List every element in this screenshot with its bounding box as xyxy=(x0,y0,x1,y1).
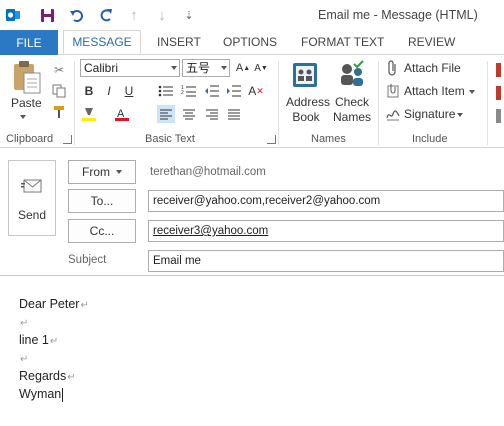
tab-review[interactable]: REVIEW xyxy=(408,30,455,54)
body-line: Dear Peter xyxy=(19,297,80,311)
bold-icon[interactable]: B xyxy=(80,82,98,100)
justify-icon[interactable] xyxy=(225,105,243,123)
signature-button[interactable]: Signature xyxy=(404,107,455,121)
signature-icon xyxy=(384,105,402,123)
tab-message[interactable]: MESSAGE xyxy=(63,30,141,54)
attach-item-button[interactable]: Attach Item xyxy=(404,84,465,98)
to-button[interactable]: To... xyxy=(68,189,136,213)
tab-options[interactable]: OPTIONS xyxy=(223,30,277,54)
signature-dropdown-icon[interactable] xyxy=(457,113,463,117)
text-cursor xyxy=(62,387,64,402)
attach-file-button[interactable]: Attach File xyxy=(404,61,461,75)
undo-icon[interactable] xyxy=(68,6,86,24)
group-label-names: Names xyxy=(311,133,346,145)
group-label-clipboard: Clipboard xyxy=(6,133,54,145)
check-names-icon[interactable] xyxy=(336,60,366,90)
format-painter-icon[interactable] xyxy=(50,103,68,121)
underline-icon[interactable]: U xyxy=(120,82,138,100)
up-arrow-icon[interactable]: ↑ xyxy=(125,6,143,24)
ribbon: Paste ✂ Clipboard Calibri 五号 A ▲ A ▼ B I U… xyxy=(0,55,504,148)
message-body[interactable]: Dear Peter↵ ↵ line 1↵ ↵ Regards↵ Wyman xyxy=(19,296,89,403)
highlight-icon[interactable] xyxy=(80,105,98,123)
subject-field[interactable]: Email me xyxy=(148,250,504,272)
group-divider xyxy=(278,61,279,145)
window-title: Email me - Message (HTML) xyxy=(318,8,478,22)
tab-insert[interactable]: INSERT xyxy=(157,30,201,54)
send-envelope-icon xyxy=(21,175,43,200)
check-names-label-line2: Names xyxy=(332,110,371,124)
save-icon[interactable] xyxy=(38,6,56,24)
send-button[interactable]: Send xyxy=(8,160,56,236)
title-bar: ↑ ↓ ⇣ Email me - Message (HTML) xyxy=(0,0,504,30)
cut-icon[interactable]: ✂ xyxy=(50,61,68,79)
group-divider xyxy=(74,61,75,145)
group-label-basic-text: Basic Text xyxy=(145,133,195,145)
from-dropdown-icon xyxy=(116,170,122,174)
clear-formatting-icon[interactable]: A ✕ xyxy=(247,82,265,100)
font-size-combo[interactable]: 五号 xyxy=(182,59,230,77)
send-label: Send xyxy=(17,208,47,222)
group-divider xyxy=(378,61,379,145)
check-names-button[interactable]: Check Names xyxy=(331,95,373,125)
flag-icon[interactable] xyxy=(496,86,501,100)
numbering-icon[interactable]: 12 xyxy=(180,82,198,100)
paste-icon[interactable] xyxy=(10,59,44,95)
copy-icon[interactable] xyxy=(50,82,68,100)
from-address: terethan@hotmail.com xyxy=(150,166,266,178)
paperclip-icon xyxy=(384,59,402,77)
ribbon-tabs: FILE MESSAGE INSERT OPTIONS FORMAT TEXT … xyxy=(0,30,504,55)
font-size-value: 五号 xyxy=(186,61,211,75)
check-names-label-line1: Check xyxy=(334,95,369,109)
to-field[interactable]: receiver@yahoo.com,receiver2@yahoo.com xyxy=(148,190,504,212)
down-arrow-icon[interactable]: ↓ xyxy=(153,6,171,24)
address-book-label-line2: Book xyxy=(292,110,320,124)
paste-dropdown-icon[interactable] xyxy=(20,115,26,119)
svg-text:2: 2 xyxy=(181,90,184,96)
shrink-font-icon[interactable]: A ▼ xyxy=(252,59,270,77)
font-name-value: Calibri xyxy=(84,61,119,75)
subject-label: Subject xyxy=(68,254,107,266)
italic-icon[interactable]: I xyxy=(100,82,118,100)
outlook-logo-icon xyxy=(4,6,22,24)
tab-format-text[interactable]: FORMAT TEXT xyxy=(301,30,384,54)
body-line: line 1 xyxy=(19,333,49,347)
tab-file[interactable]: FILE xyxy=(0,30,58,55)
header-body-divider xyxy=(0,275,504,276)
basic-text-launcher-icon[interactable] xyxy=(267,135,276,144)
group-label-include: Include xyxy=(412,133,448,145)
customize-icon[interactable]: ⇣ xyxy=(180,6,198,24)
align-left-icon[interactable] xyxy=(157,105,175,123)
redo-icon[interactable] xyxy=(97,6,115,24)
cc-button[interactable]: Cc... xyxy=(68,219,136,243)
cc-field[interactable]: receiver3@yahoo.com xyxy=(148,220,504,242)
bullets-icon[interactable] xyxy=(157,82,175,100)
address-book-icon[interactable] xyxy=(290,60,320,90)
font-name-combo[interactable]: Calibri xyxy=(80,59,180,77)
align-right-icon[interactable] xyxy=(203,105,221,123)
clipboard-launcher-icon[interactable] xyxy=(63,135,72,144)
paste-button[interactable]: Paste xyxy=(11,96,42,110)
grow-font-icon[interactable]: A ▲ xyxy=(234,59,252,77)
attach-item-dropdown-icon[interactable] xyxy=(469,90,475,94)
group-divider xyxy=(487,61,488,145)
address-book-label-line1: Address xyxy=(286,95,331,109)
attach-item-icon xyxy=(384,82,402,100)
body-line: Wyman xyxy=(19,387,62,401)
body-line: Regards xyxy=(19,369,67,383)
increase-indent-icon[interactable] xyxy=(225,82,243,100)
decrease-indent-icon[interactable] xyxy=(203,82,221,100)
flag-icon[interactable] xyxy=(496,109,501,123)
from-button[interactable]: From xyxy=(68,160,136,184)
from-label: From xyxy=(82,165,110,179)
flag-icon[interactable] xyxy=(496,63,501,77)
align-center-icon[interactable] xyxy=(180,105,198,123)
address-book-button[interactable]: Address Book xyxy=(286,95,331,125)
font-color-icon[interactable]: A xyxy=(113,105,131,123)
